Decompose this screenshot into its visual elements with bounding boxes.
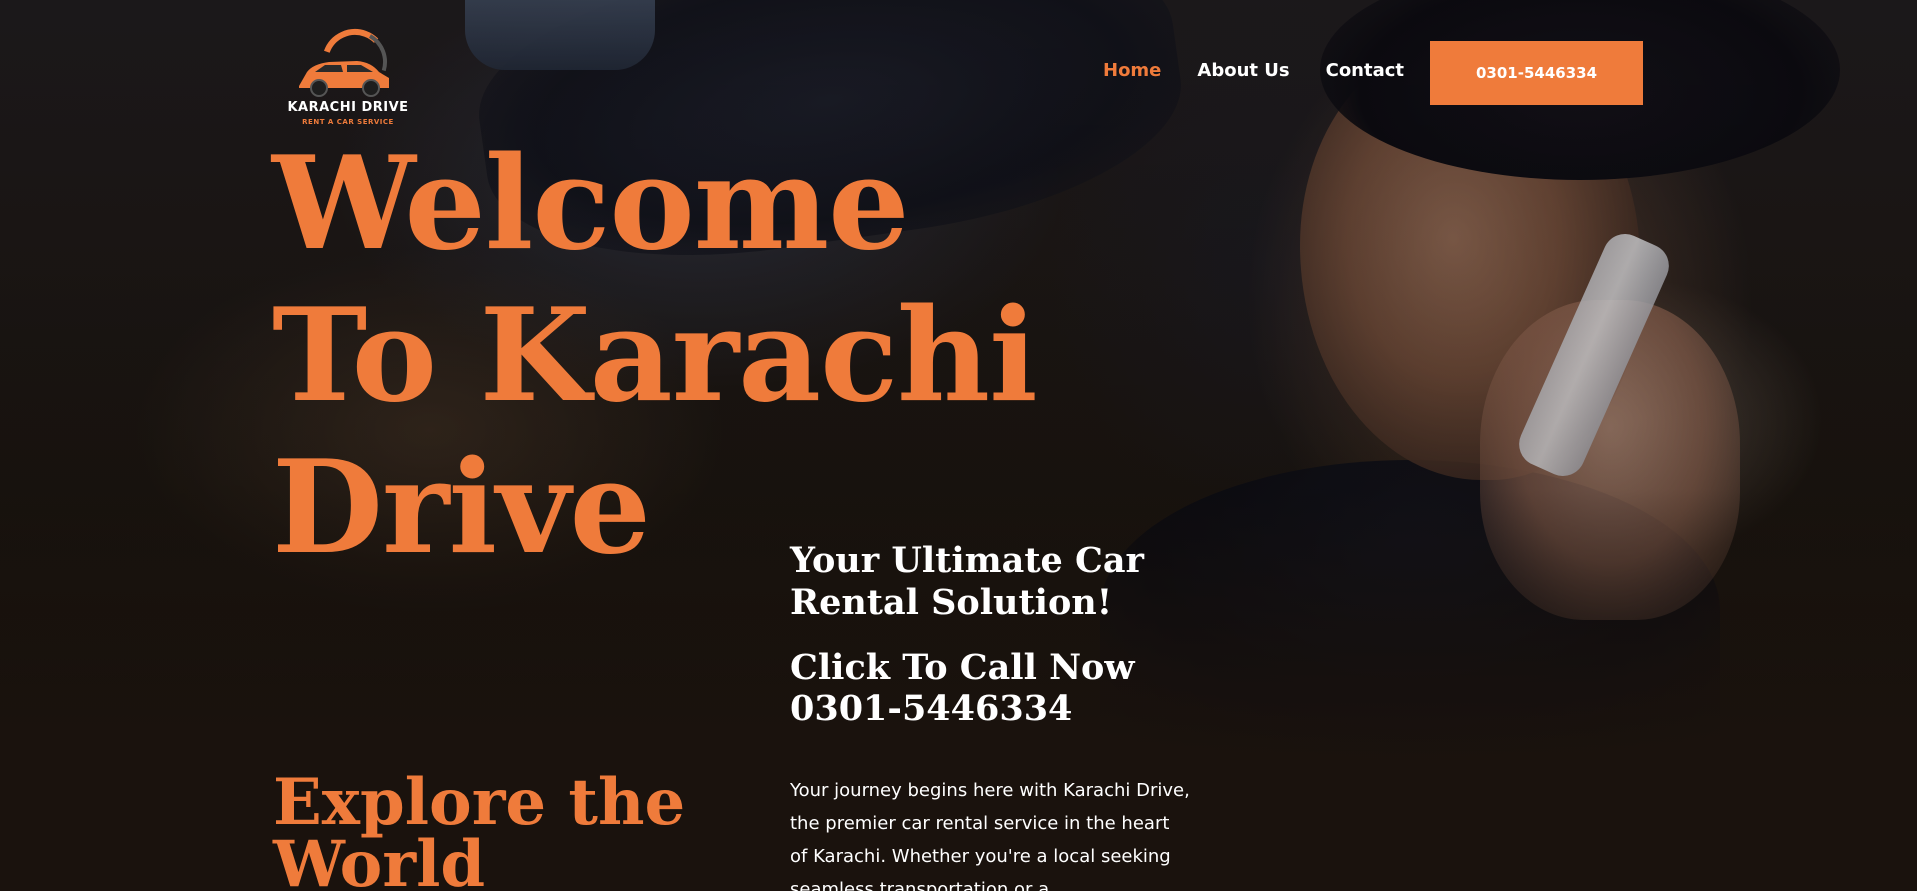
explore-heading-line-2: World (273, 827, 486, 891)
main-nav: Home About Us Contact (1103, 60, 1404, 81)
hero-title-line-3: Drive (272, 433, 651, 583)
hero-title-line-2: To Karachi (272, 281, 1038, 431)
call-phone-button[interactable]: 0301-5446334 (1430, 41, 1643, 105)
hero-subheading-line-1: Your Ultimate Car (790, 540, 1144, 581)
click-to-call-heading[interactable]: Click To Call Now 0301-5446334 (790, 647, 1190, 729)
nav-link-contact[interactable]: Contact (1326, 60, 1404, 81)
hero-title: Welcome To Karachi Drive (272, 128, 1038, 584)
nav-link-home[interactable]: Home (1103, 60, 1161, 81)
site-logo[interactable]: KARACHI DRIVE RENT A CAR SERVICE (285, 28, 425, 138)
hero-subheading: Your Ultimate Car Rental Solution! (790, 540, 1190, 624)
nav-link-about-us[interactable]: About Us (1197, 60, 1289, 81)
car-logo-icon (299, 28, 389, 97)
page: KARACHI DRIVE RENT A CAR SERVICE Home Ab… (0, 0, 1917, 891)
hero-subheading-line-2: Rental Solution! (790, 582, 1113, 623)
hero-title-line-1: Welcome (272, 129, 910, 279)
click-to-call-label: Click To Call Now (790, 647, 1135, 688)
logo-tagline: RENT A CAR SERVICE (302, 118, 394, 126)
explore-heading: Explore the World (273, 771, 693, 891)
click-to-call-number[interactable]: 0301-5446334 (790, 688, 1072, 729)
intro-paragraph: Your journey begins here with Karachi Dr… (790, 780, 1190, 891)
logo-title: KARACHI DRIVE (287, 100, 409, 115)
